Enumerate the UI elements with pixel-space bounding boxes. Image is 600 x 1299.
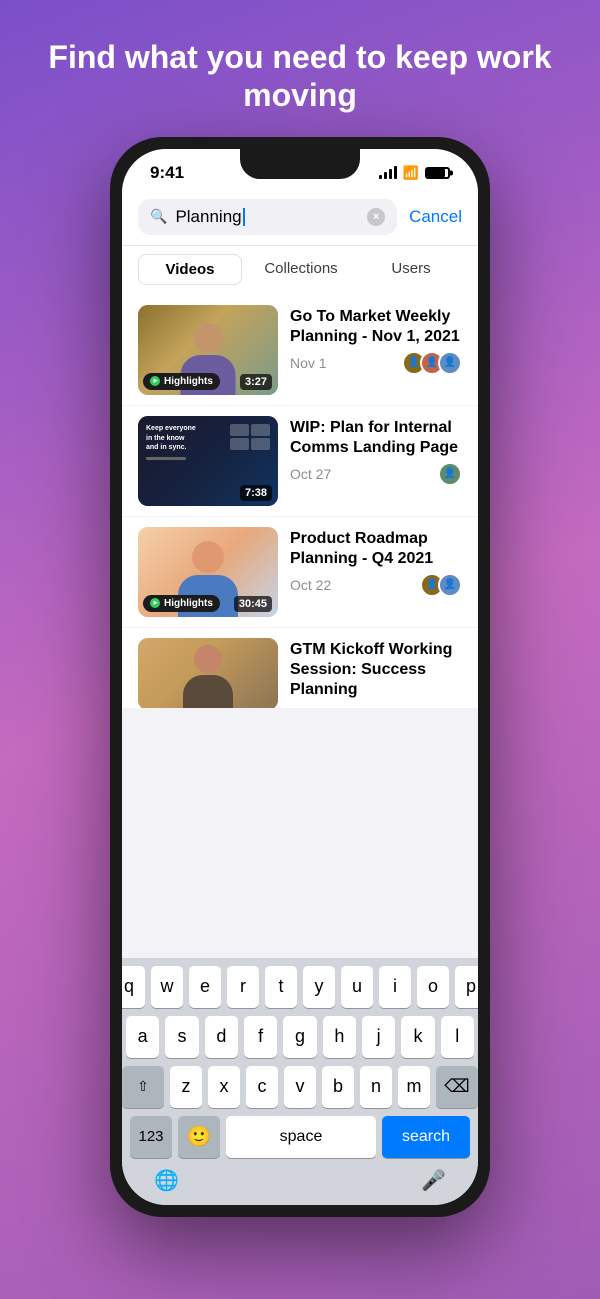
result-meta-1: Nov 1 👤 👤 👤 bbox=[290, 351, 462, 375]
search-input[interactable]: Planning bbox=[175, 207, 359, 227]
duration-1: 3:27 bbox=[240, 374, 272, 390]
key-e[interactable]: e bbox=[189, 966, 221, 1008]
keyboard-row-3: ⇧ z x c v b n m ⌫ bbox=[126, 1066, 474, 1108]
header-title: Find what you need to keep work moving bbox=[40, 38, 560, 115]
avatars-2: 👤 bbox=[438, 462, 462, 486]
result-info-3: Product Roadmap Planning - Q4 2021 Oct 2… bbox=[290, 527, 462, 597]
result-date-2: Oct 27 bbox=[290, 466, 331, 482]
key-h[interactable]: h bbox=[323, 1016, 356, 1058]
key-j[interactable]: j bbox=[362, 1016, 395, 1058]
result-meta-3: Oct 22 👤 👤 bbox=[290, 573, 462, 597]
key-f[interactable]: f bbox=[244, 1016, 277, 1058]
tab-videos[interactable]: Videos bbox=[138, 254, 242, 285]
keyboard-bottom-row: 123 🙂 space search bbox=[126, 1116, 474, 1158]
battery-icon bbox=[425, 167, 450, 179]
tabs-bar: Videos Collections Users bbox=[122, 245, 478, 295]
duration-3: 30:45 bbox=[234, 596, 272, 612]
keyboard: q w e r t y u i o p a s d f g h j k bbox=[122, 958, 478, 1205]
highlights-badge-1: Highlights bbox=[143, 373, 220, 390]
key-l[interactable]: l bbox=[441, 1016, 474, 1058]
key-c[interactable]: c bbox=[246, 1066, 278, 1108]
result-title-2: WIP: Plan for Internal Comms Landing Pag… bbox=[290, 418, 462, 458]
highlights-badge-3: Highlights bbox=[143, 595, 220, 612]
status-icons: 📶 bbox=[379, 165, 450, 181]
globe-icon[interactable]: 🌐 bbox=[154, 1168, 179, 1193]
phone-screen: 9:41 📶 🔍 Planning bbox=[122, 149, 478, 1205]
status-time: 9:41 bbox=[150, 163, 184, 183]
key-t[interactable]: t bbox=[265, 966, 297, 1008]
result-info-1: Go To Market Weekly Planning - Nov 1, 20… bbox=[290, 305, 462, 375]
result-date-3: Oct 22 bbox=[290, 577, 331, 593]
tab-collections[interactable]: Collections bbox=[250, 254, 352, 285]
result-item[interactable]: Highlights 3:27 Go To Market Weekly Plan… bbox=[122, 295, 478, 405]
clear-button[interactable]: × bbox=[367, 208, 385, 226]
home-indicator-row: 🌐 🎤 bbox=[126, 1164, 474, 1201]
result-info-4: GTM Kickoff Working Session: Success Pla… bbox=[290, 638, 462, 700]
result-item[interactable]: Highlights 30:45 Product Roadmap Plannin… bbox=[122, 517, 478, 627]
key-m[interactable]: m bbox=[398, 1066, 430, 1108]
key-y[interactable]: y bbox=[303, 966, 335, 1008]
avatars-3: 👤 👤 bbox=[420, 573, 462, 597]
key-q[interactable]: q bbox=[122, 966, 145, 1008]
notch bbox=[240, 149, 360, 179]
results-list: Highlights 3:27 Go To Market Weekly Plan… bbox=[122, 295, 478, 958]
key-s[interactable]: s bbox=[165, 1016, 198, 1058]
avatars-1: 👤 👤 👤 bbox=[402, 351, 462, 375]
key-i[interactable]: i bbox=[379, 966, 411, 1008]
search-input-wrapper[interactable]: 🔍 Planning × bbox=[138, 199, 397, 235]
key-o[interactable]: o bbox=[417, 966, 449, 1008]
key-u[interactable]: u bbox=[341, 966, 373, 1008]
avatar: 👤 bbox=[438, 462, 462, 486]
header-section: Find what you need to keep work moving bbox=[0, 0, 600, 137]
avatar: 👤 bbox=[438, 351, 462, 375]
wifi-icon: 📶 bbox=[403, 165, 419, 181]
result-title-4: GTM Kickoff Working Session: Success Pla… bbox=[290, 640, 462, 700]
key-v[interactable]: v bbox=[284, 1066, 316, 1108]
space-key[interactable]: space bbox=[226, 1116, 376, 1158]
keyboard-row-2: a s d f g h j k l bbox=[126, 1016, 474, 1058]
key-z[interactable]: z bbox=[170, 1066, 202, 1108]
key-a[interactable]: a bbox=[126, 1016, 159, 1058]
thumbnail-1: Highlights 3:27 bbox=[138, 305, 278, 395]
cancel-button[interactable]: Cancel bbox=[409, 207, 462, 227]
key-p[interactable]: p bbox=[455, 966, 478, 1008]
key-r[interactable]: r bbox=[227, 966, 259, 1008]
signal-icon bbox=[379, 167, 397, 179]
emoji-key[interactable]: 🙂 bbox=[178, 1116, 220, 1158]
shift-key[interactable]: ⇧ bbox=[122, 1066, 164, 1108]
mic-icon[interactable]: 🎤 bbox=[421, 1168, 446, 1193]
result-date-1: Nov 1 bbox=[290, 355, 327, 371]
key-g[interactable]: g bbox=[283, 1016, 316, 1058]
key-x[interactable]: x bbox=[208, 1066, 240, 1108]
avatar: 👤 bbox=[438, 573, 462, 597]
key-k[interactable]: k bbox=[401, 1016, 434, 1058]
result-item[interactable]: Keep everyonein the knowand in sync. 7:3… bbox=[122, 406, 478, 516]
key-w[interactable]: w bbox=[151, 966, 183, 1008]
keyboard-row-1: q w e r t y u i o p bbox=[126, 966, 474, 1008]
duration-2: 7:38 bbox=[240, 485, 272, 501]
thumbnail-2: Keep everyonein the knowand in sync. 7:3… bbox=[138, 416, 278, 506]
result-info-2: WIP: Plan for Internal Comms Landing Pag… bbox=[290, 416, 462, 486]
search-area: 🔍 Planning × Cancel bbox=[122, 189, 478, 245]
thumbnail-3: Highlights 30:45 bbox=[138, 527, 278, 617]
thumbnail-4 bbox=[138, 638, 278, 708]
key-n[interactable]: n bbox=[360, 1066, 392, 1108]
search-icon: 🔍 bbox=[150, 208, 167, 225]
delete-key[interactable]: ⌫ bbox=[436, 1066, 478, 1108]
result-title-1: Go To Market Weekly Planning - Nov 1, 20… bbox=[290, 307, 462, 347]
key-b[interactable]: b bbox=[322, 1066, 354, 1108]
result-title-3: Product Roadmap Planning - Q4 2021 bbox=[290, 529, 462, 569]
phone-shell: 9:41 📶 🔍 Planning bbox=[110, 137, 490, 1217]
search-key[interactable]: search bbox=[382, 1116, 470, 1158]
result-item[interactable]: GTM Kickoff Working Session: Success Pla… bbox=[122, 628, 478, 708]
tab-users[interactable]: Users bbox=[360, 254, 462, 285]
key-d[interactable]: d bbox=[205, 1016, 238, 1058]
num-key[interactable]: 123 bbox=[130, 1116, 172, 1158]
result-meta-2: Oct 27 👤 bbox=[290, 462, 462, 486]
